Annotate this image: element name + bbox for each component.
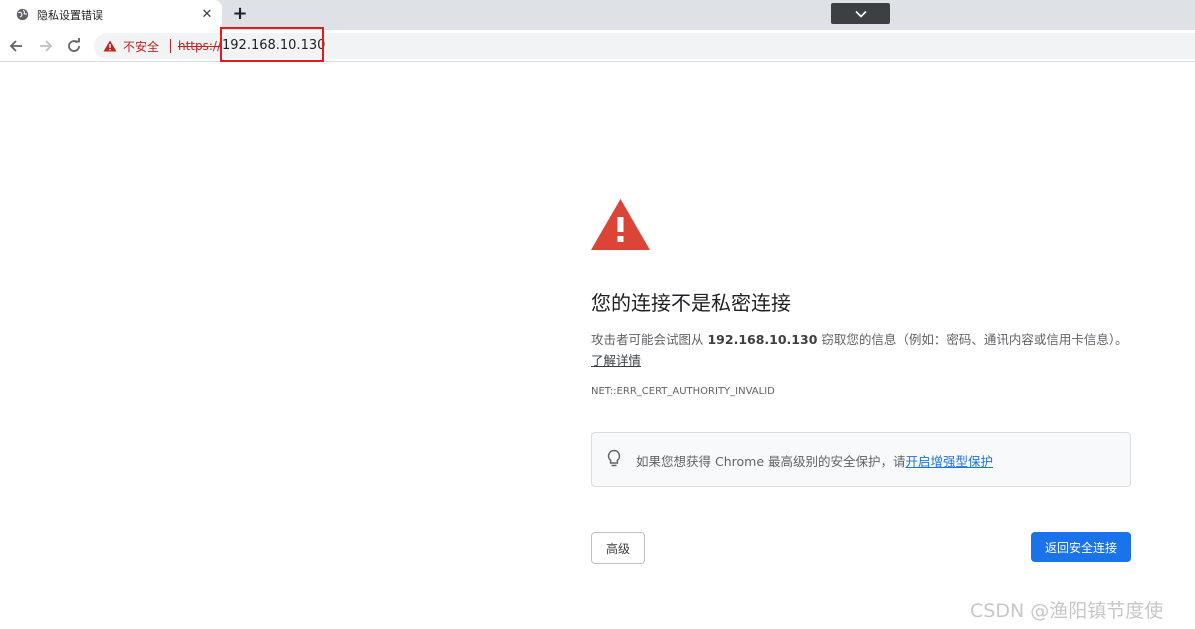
forward-button[interactable] [36, 36, 56, 56]
enhanced-text-body: 如果您想获得 Chrome 最高级别的安全保护，请 [636, 454, 906, 469]
explanation-host: 192.168.10.130 [707, 332, 818, 347]
enhanced-text: 如果您想获得 Chrome 最高级别的安全保护，请开启增强型保护 [636, 451, 993, 470]
watermark: CSDN @渔阳镇节度使 [970, 600, 1164, 622]
globe-icon [16, 8, 29, 21]
explanation-before: 攻击者可能会试图从 [591, 332, 708, 347]
explanation-text: 攻击者可能会试图从 192.168.10.130 窃取您的信息（例如：密码、通讯… [591, 329, 1131, 371]
reload-icon [68, 38, 80, 52]
arrow-left-icon [9, 40, 22, 52]
lightbulb-icon [607, 449, 621, 467]
url-scheme: https:// [178, 39, 222, 53]
back-to-safety-button[interactable]: 返回安全连接 [1031, 532, 1131, 562]
arrow-right-icon [40, 40, 53, 52]
warning-triangle-icon [591, 199, 650, 250]
tab-search-button[interactable] [831, 3, 890, 24]
chevron-down-icon [854, 10, 867, 18]
learn-more-link[interactable]: 了解详情 [591, 353, 641, 368]
chip-divider [170, 39, 171, 53]
tab-title: 隐私设置错误 [37, 9, 103, 22]
back-button[interactable] [6, 36, 26, 56]
enhanced-protection-promo: 如果您想获得 Chrome 最高级别的安全保护，请开启增强型保护 [591, 432, 1131, 487]
advanced-button[interactable]: 高级 [591, 532, 645, 564]
explanation-after: 窃取您的信息（例如：密码、通讯内容或信用卡信息）。 [817, 332, 1128, 347]
tab-privacy-error[interactable]: 隐私设置错误 ✕ [0, 0, 222, 30]
new-tab-button[interactable]: + [231, 5, 249, 23]
page-title: 您的连接不是私密连接 [591, 291, 791, 315]
warning-icon [103, 40, 117, 52]
error-code: NET::ERR_CERT_AUTHORITY_INVALID [591, 386, 775, 397]
enhanced-protection-link[interactable]: 开启增强型保护 [905, 454, 993, 469]
not-secure-label: 不安全 [123, 39, 160, 54]
url-highlight-box [220, 27, 324, 62]
reload-button[interactable] [64, 36, 84, 56]
security-chip[interactable]: 不安全 [103, 38, 159, 54]
tab-close-icon[interactable]: ✕ [199, 6, 215, 22]
tab-strip: 隐私设置错误 ✕ + [0, 0, 1195, 30]
toolbar: 不安全 https:// 192.168.10.130 [0, 30, 1195, 62]
